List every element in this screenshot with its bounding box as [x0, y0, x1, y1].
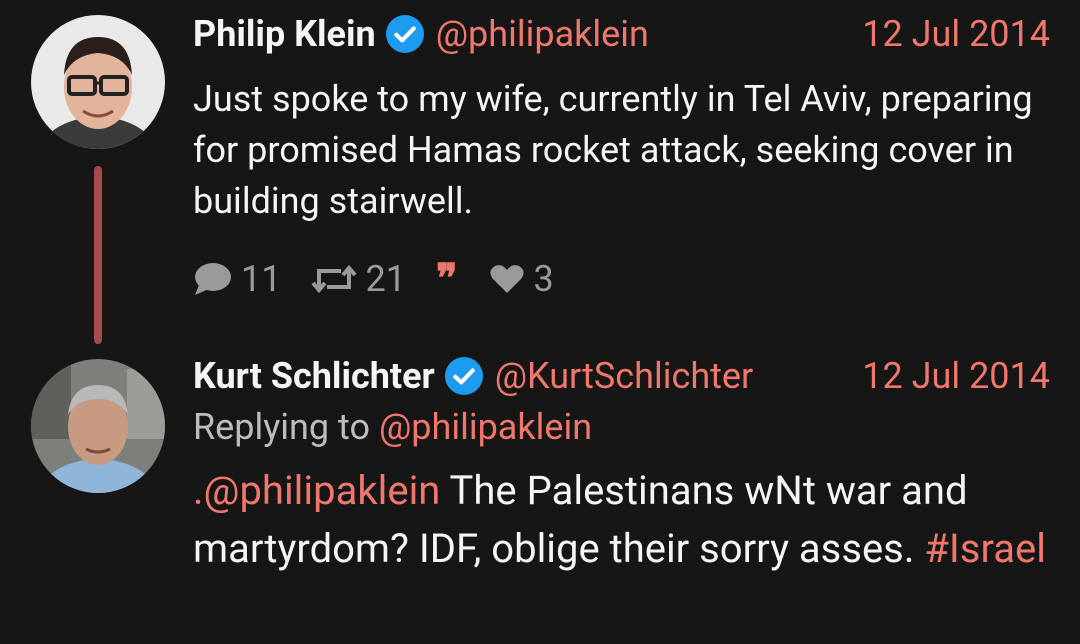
replying-to-handle[interactable]: @philipaklein — [379, 406, 592, 448]
mention-link[interactable]: .@philipaklein — [193, 467, 440, 514]
author-handle[interactable]: @KurtSchlichter — [495, 355, 754, 397]
quote-icon[interactable]: ❞ — [436, 255, 457, 302]
tweet[interactable]: Philip Klein @philipaklein 12 Jul 2014 J… — [193, 10, 1050, 302]
avatar-kurt-schlichter[interactable] — [31, 359, 165, 493]
replying-to: Replying to @philipaklein — [193, 400, 1050, 454]
tweet-text: Just spoke to my wife, currently in Tel … — [193, 78, 1033, 222]
tweet-header: Kurt Schlichter @KurtSchlichter 12 Jul 2… — [193, 352, 1050, 400]
reply-button[interactable]: 11 — [193, 258, 281, 300]
like-button[interactable]: 3 — [489, 257, 554, 300]
thread-line — [94, 166, 102, 344]
author-name[interactable]: Kurt Schlichter — [193, 355, 435, 397]
retweet-icon — [311, 264, 357, 293]
reply-count: 11 — [241, 257, 282, 300]
tweet-date[interactable]: 12 Jul 2014 — [862, 10, 1050, 58]
comment-icon — [195, 262, 231, 295]
verified-badge-icon — [444, 357, 483, 395]
verified-badge-icon — [385, 15, 424, 53]
heart-icon — [490, 264, 525, 293]
tweet-text: .@philipaklein The Palestinans wNt war a… — [193, 462, 1050, 578]
hashtag-link[interactable]: #Israel — [924, 525, 1046, 572]
tweet-date[interactable]: 12 Jul 2014 — [862, 352, 1050, 400]
retweet-button[interactable]: 21 — [311, 257, 406, 300]
author-handle[interactable]: @philipaklein — [436, 13, 649, 55]
retweet-count: 21 — [365, 257, 406, 300]
tweet[interactable]: Kurt Schlichter @KurtSchlichter 12 Jul 2… — [193, 352, 1050, 578]
tweet-actions: 11 21 ❞ 3 — [193, 255, 1050, 302]
like-count: 3 — [533, 257, 554, 300]
avatar-philip-klein[interactable] — [31, 15, 165, 149]
tweet-header: Philip Klein @philipaklein 12 Jul 2014 — [193, 10, 1050, 58]
author-name[interactable]: Philip Klein — [193, 13, 376, 55]
replying-to-label: Replying to — [193, 406, 371, 448]
